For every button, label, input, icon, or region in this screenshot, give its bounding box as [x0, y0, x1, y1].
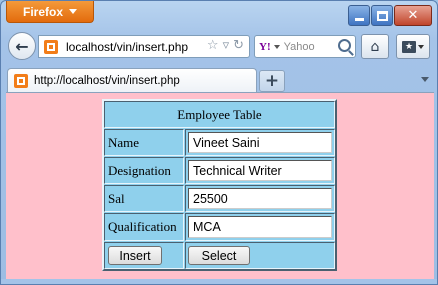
table-caption: Employee Table: [104, 101, 335, 128]
star-icon[interactable]: ☆: [207, 38, 219, 53]
plus-icon: +: [264, 71, 280, 91]
minimize-button[interactable]: [348, 5, 370, 26]
chevron-down-icon: [418, 44, 424, 49]
bookmarks-icon: ★: [402, 40, 416, 53]
select-button[interactable]: Select: [188, 246, 250, 265]
insert-cell: Insert: [104, 242, 184, 269]
search-bar[interactable]: Y! Yahoo: [254, 35, 356, 58]
navigation-toolbar: ← localhost/vin/insert.php ☆ ▿ ↻ Y! Yaho…: [1, 29, 437, 63]
page-favicon-icon: [14, 73, 28, 88]
qualification-field[interactable]: MCA: [188, 216, 332, 238]
tab-title: http://localhost/vin/insert.php: [34, 74, 180, 87]
name-cell: Vineet Saini: [185, 129, 335, 156]
name-label: Name: [104, 129, 184, 156]
page-content: Employee Table Name Vineet Saini Designa…: [6, 92, 434, 281]
arrow-left-icon: ←: [15, 36, 29, 56]
url-actions: ☆ ▿ ↻: [207, 38, 244, 53]
sal-cell: 25500: [185, 185, 335, 212]
qualification-cell: MCA: [185, 213, 335, 241]
list-all-tabs-icon[interactable]: [421, 77, 429, 82]
firefox-menu-button[interactable]: Firefox: [6, 1, 94, 23]
qualification-label: Qualification: [104, 213, 184, 241]
tab-strip: http://localhost/vin/insert.php +: [1, 66, 437, 92]
maximize-button[interactable]: [371, 5, 393, 26]
home-icon: ⌂: [370, 38, 380, 55]
yahoo-logo-icon[interactable]: Y!: [259, 41, 271, 53]
employee-form-table: Employee Table Name Vineet Saini Designa…: [102, 99, 337, 271]
address-bar[interactable]: localhost/vin/insert.php ☆ ▿ ↻: [38, 35, 250, 58]
back-button[interactable]: ←: [8, 32, 36, 60]
page-favicon-icon: [44, 39, 58, 54]
search-engine-caret-icon[interactable]: [273, 44, 280, 49]
minimize-icon: [354, 17, 364, 21]
window-bottom-border: [1, 279, 437, 284]
browser-window: Firefox ✕ ← localhost/vin/insert.php ☆ ▿…: [0, 0, 438, 285]
select-cell: Select: [185, 242, 335, 269]
tab-insert-php[interactable]: http://localhost/vin/insert.php: [7, 68, 257, 92]
designation-field[interactable]: Technical Writer: [188, 160, 332, 181]
window-controls: ✕: [348, 5, 432, 26]
name-field[interactable]: Vineet Saini: [188, 132, 332, 153]
insert-button[interactable]: Insert: [108, 246, 162, 265]
search-input[interactable]: Yahoo: [284, 41, 315, 53]
close-icon: ✕: [407, 8, 419, 23]
reload-icon[interactable]: ↻: [233, 38, 244, 53]
designation-label: Designation: [104, 157, 184, 184]
firefox-menu-label: Firefox: [22, 4, 63, 19]
url-input[interactable]: localhost/vin/insert.php: [66, 40, 188, 54]
dropdown-arrow-icon[interactable]: ▿: [223, 38, 230, 53]
sal-label: Sal: [104, 185, 184, 212]
sal-field[interactable]: 25500: [188, 188, 332, 209]
new-tab-button[interactable]: +: [259, 70, 285, 92]
close-button[interactable]: ✕: [394, 5, 432, 26]
bookmarks-button[interactable]: ★: [396, 34, 430, 59]
home-button[interactable]: ⌂: [361, 34, 389, 59]
maximize-icon: [376, 10, 388, 21]
search-icon[interactable]: [338, 39, 351, 52]
designation-cell: Technical Writer: [185, 157, 335, 184]
chevron-down-icon: [69, 9, 77, 14]
